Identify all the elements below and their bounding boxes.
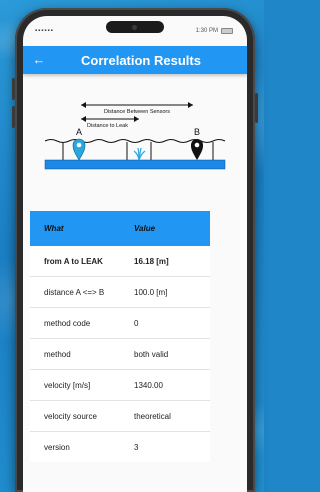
signal-icon: ▪▪▪▪▪▪ <box>35 28 54 34</box>
sensor-b-pin-icon <box>191 139 203 160</box>
camera-notch <box>106 21 164 33</box>
table-header: What Value <box>30 211 210 246</box>
power-button <box>255 93 258 123</box>
distance-between-arrow <box>81 102 193 108</box>
distance-to-leak-label: Distance to Leak <box>87 123 128 129</box>
app-bar: ← Correlation Results <box>23 46 247 74</box>
table-row: distance A <=> B 100.0 [m] <box>30 277 210 308</box>
header-value: Value <box>134 224 156 233</box>
distance-to-leak-arrow <box>81 116 139 122</box>
table-row: version 3 <box>30 432 210 462</box>
table-row: velocity [m/s] 1340.00 <box>30 370 210 401</box>
header-what: What <box>44 224 64 233</box>
volume-up-button <box>12 78 15 100</box>
sensor-a-pin-icon <box>72 138 86 161</box>
leak-splash-icon <box>133 147 146 161</box>
distance-between-label: Distance Between Sensors <box>104 109 170 115</box>
leak-diagram: Distance Between Sensors Distance to Lea… <box>23 96 247 192</box>
back-arrow-icon[interactable]: ← <box>23 46 55 74</box>
table-row: velocity source theoretical <box>30 401 210 432</box>
status-bar: ▪▪▪▪▪▪ 1:30 PM <box>23 16 247 46</box>
status-time: 1:30 PM <box>195 28 218 34</box>
battery-icon <box>221 28 233 34</box>
page-title: Correlation Results <box>81 52 201 68</box>
table-row: method code 0 <box>30 308 210 339</box>
table-row: method both valid <box>30 339 210 370</box>
pipe <box>44 159 226 170</box>
volume-down-button <box>12 106 15 128</box>
table-row: from A to LEAK 16.18 [m] <box>30 246 210 277</box>
results-table: What Value from A to LEAK 16.18 [m] dist… <box>30 211 210 462</box>
sensor-b-label: B <box>194 127 200 137</box>
sensor-a-label: A <box>76 127 82 137</box>
